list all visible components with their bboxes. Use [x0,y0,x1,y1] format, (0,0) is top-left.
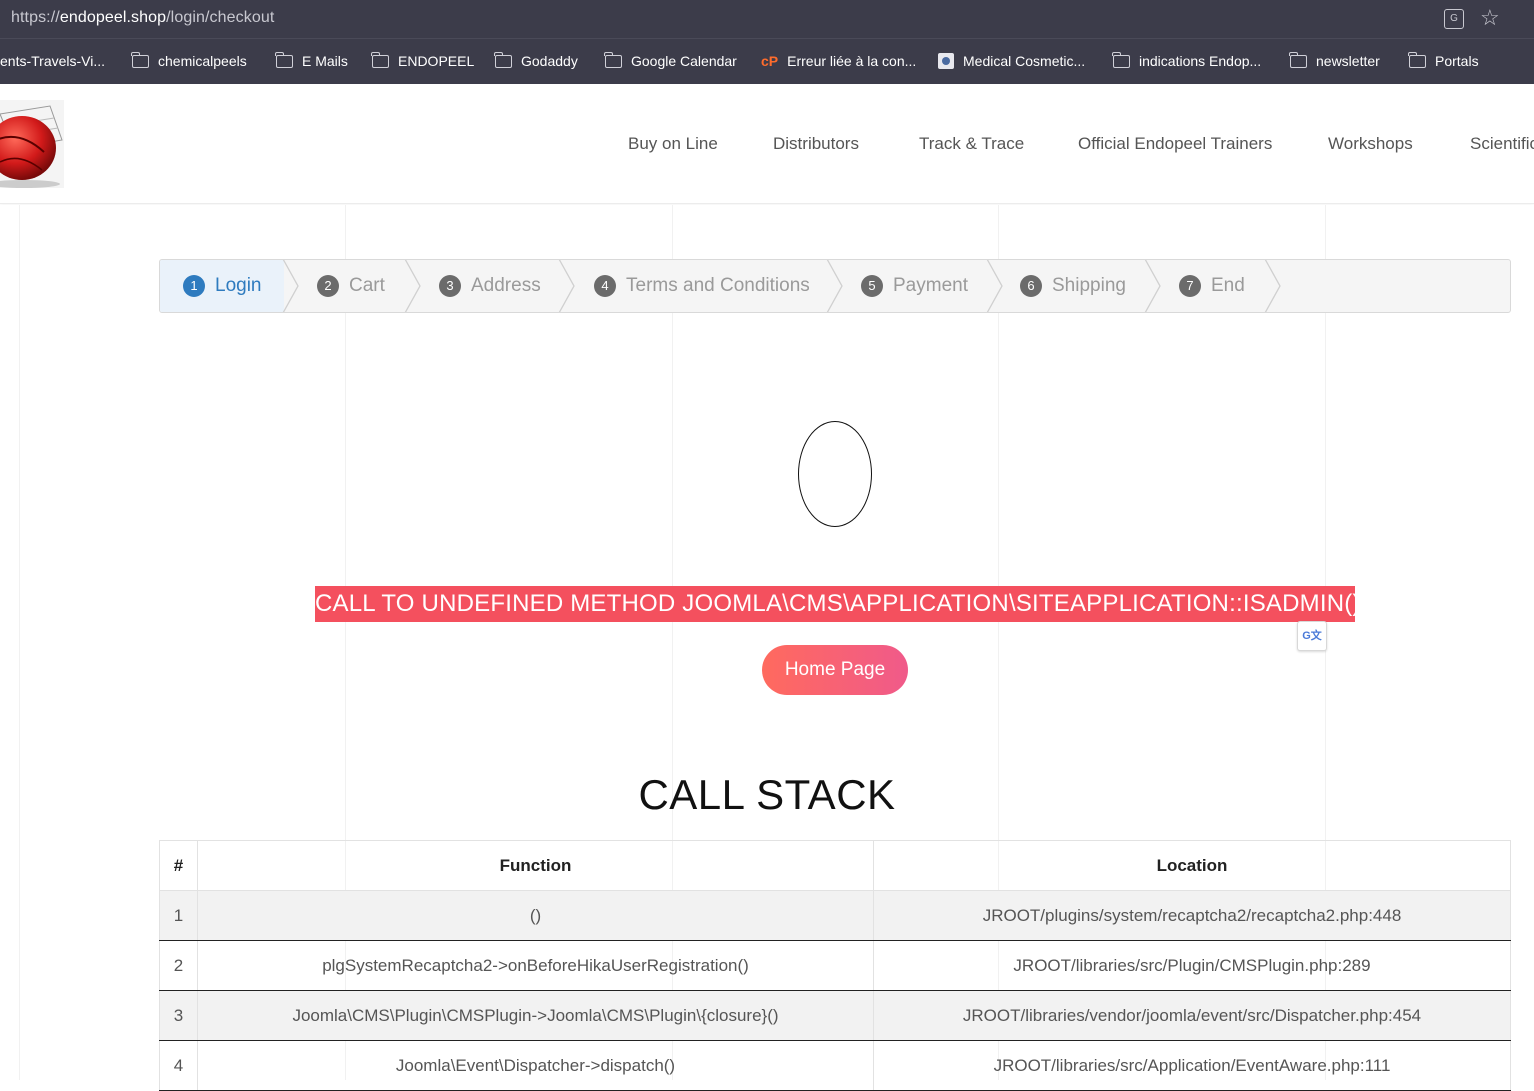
bookmark-label: ents-Travels-Vi... [0,53,106,69]
row-location: JROOT/libraries/vendor/joomla/event/src/… [873,990,1511,1041]
bookmark-item[interactable]: Medical Cosmetic... [938,53,1085,69]
step-number: 1 [183,275,205,297]
step-number: 7 [1179,275,1201,297]
folder-icon [1289,51,1307,68]
bookmark-item[interactable]: Portals [1408,51,1479,69]
nav-distributors[interactable]: Distributors [773,134,859,154]
row-location: JROOT/libraries/src/Application/EventAwa… [873,1040,1511,1091]
site-logo[interactable] [0,100,64,188]
row-function: plgSystemRecaptcha2->onBeforeHikaUserReg… [197,940,874,991]
bookmark-label: Erreur liée à la con... [787,53,917,69]
step-label: Shipping [1052,275,1126,296]
checkout-steps: 1 Login 2 Cart 3 Address 4 Terms and Conditi… [159,259,1511,313]
step-number: 2 [317,275,339,297]
bookmark-label: ENDOPEEL [398,53,475,69]
table-row: 1 () JROOT/plugins/system/recaptcha2/rec… [159,890,1511,941]
step-login[interactable]: 1 Login [183,260,262,312]
row-location: JROOT/libraries/src/Plugin/CMSPlugin.php… [873,940,1511,991]
page-content: 1 Login 2 Cart 3 Address 4 Terms and Conditi… [0,205,1534,1091]
row-number: 2 [159,940,198,991]
nav-workshops[interactable]: Workshops [1328,134,1413,154]
bookmark-item[interactable]: E Mails [275,51,348,69]
row-function: () [197,890,874,941]
folder-icon [275,51,293,68]
folder-icon [371,51,389,68]
bookmark-label: indications Endop... [1139,53,1262,69]
folder-icon [131,51,149,68]
folder-icon [1112,51,1130,68]
error-code: 0 [798,421,872,527]
column-header-number: # [159,840,198,891]
call-stack-table: # Function Location 1 () JROOT/plugins/s… [159,840,1511,1091]
nav-official-trainers[interactable]: Official Endopeel Trainers [1078,134,1272,154]
folder-icon [1408,51,1426,68]
bookmark-label: Medical Cosmetic... [963,53,1086,69]
step-number: 6 [1020,275,1042,297]
bookmark-label: E Mails [302,53,348,69]
step-label: Login [215,275,262,296]
table-row: 3 Joomla\CMS\Plugin\CMSPlugin->Joomla\CM… [159,990,1511,1041]
bookmark-item[interactable]: ents-Travels-Vi... [0,53,105,69]
bookmark-label: chemicalpeels [158,53,247,69]
step-number: 4 [594,275,616,297]
bookmark-label: newsletter [1316,53,1380,69]
site-favicon-icon [938,53,954,69]
row-number: 4 [159,1040,198,1091]
step-label: Address [471,275,541,296]
url-scheme: https:// [11,9,60,26]
url-text[interactable]: https://endopeel.shop/login/checkout [11,9,274,27]
step-shipping[interactable]: 6 Shipping [1020,260,1126,312]
bookmark-item[interactable]: ENDOPEEL [371,51,475,69]
google-translate-icon[interactable]: G文 [1297,621,1327,651]
step-label: Cart [349,275,385,296]
nav-buy-online[interactable]: Buy on Line [628,134,718,154]
bookmarks-bar: ents-Travels-Vi... chemicalpeels E Mails… [0,38,1534,84]
grid-line [19,205,20,1080]
step-label: Payment [893,275,968,296]
bookmark-label: Godaddy [521,53,578,69]
table-row: 4 Joomla\Event\Dispatcher->dispatch() JR… [159,1040,1511,1091]
browser-url-bar[interactable]: https://endopeel.shop/login/checkout G ☆ [0,0,1534,38]
table-header-row: # Function Location [159,840,1511,891]
row-number: 3 [159,990,198,1041]
step-address[interactable]: 3 Address [439,260,541,312]
folder-icon [494,51,512,68]
bookmark-label: Portals [1435,53,1479,69]
error-message: CALL TO UNDEFINED METHOD JOOMLA\CMS\APPL… [315,586,1360,622]
row-function: Joomla\Event\Dispatcher->dispatch() [197,1040,874,1091]
nav-scientific[interactable]: Scientific [1470,134,1534,154]
nav-track-trace[interactable]: Track & Trace [919,134,1024,154]
row-location: JROOT/plugins/system/recaptcha2/recaptch… [873,890,1511,941]
row-number: 1 [159,890,198,941]
call-stack-title: CALL STACK [638,771,896,818]
step-end[interactable]: 7 End [1179,260,1245,312]
bookmark-item[interactable]: newsletter [1289,51,1380,69]
step-terms[interactable]: 4 Terms and Conditions [594,260,810,312]
row-function: Joomla\CMS\Plugin\CMSPlugin->Joomla\CMS\… [197,990,874,1041]
table-row: 2 plgSystemRecaptcha2->onBeforeHikaUserR… [159,940,1511,991]
step-label: Terms and Conditions [626,275,810,296]
translate-icon[interactable]: G [1444,9,1464,29]
step-cart[interactable]: 2 Cart [317,260,385,312]
bookmark-item[interactable]: cP Erreur liée à la con... [761,53,916,69]
bookmark-item[interactable]: Godaddy [494,51,578,69]
cpanel-icon: cP [761,53,779,69]
step-number: 5 [861,275,883,297]
folder-icon [604,51,622,68]
step-number: 3 [439,275,461,297]
bookmark-label: Google Calendar [631,53,737,69]
bookmark-item[interactable]: indications Endop... [1112,51,1262,69]
url-path: /login/checkout [166,9,275,26]
site-header: Buy on Line Distributors Track & Trace O… [0,84,1534,204]
column-header-location: Location [873,840,1511,891]
url-host: endopeel.shop [59,9,167,26]
step-payment[interactable]: 5 Payment [861,260,968,312]
home-page-button[interactable]: Home Page [762,645,908,695]
bookmark-star-icon[interactable]: ☆ [1480,5,1500,31]
bookmark-item[interactable]: chemicalpeels [131,51,247,69]
column-header-function: Function [197,840,874,891]
bookmark-item[interactable]: Google Calendar [604,51,737,69]
step-label: End [1211,275,1245,296]
